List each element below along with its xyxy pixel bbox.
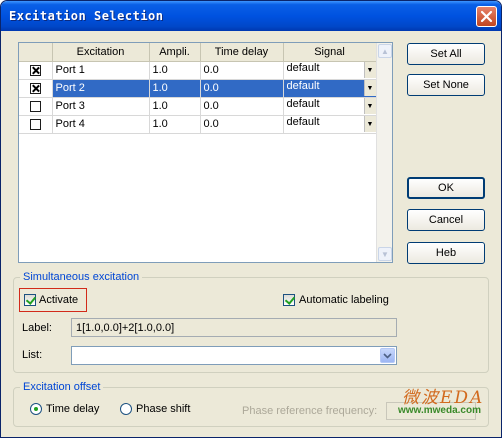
automatic-labeling-label[interactable]: Automatic labeling [299,294,389,306]
time-delay-label[interactable]: Time delay [46,403,99,415]
close-icon [480,10,493,23]
signal-cell[interactable]: default ▼ [283,79,377,98]
excitation-selection-dialog: Excitation Selection Excitation Ampli. T… [0,0,502,438]
excitation-cell[interactable]: Port 1 [52,61,150,80]
signal-value: default [286,80,320,92]
time-delay-cell[interactable]: 0.0 [200,79,284,98]
signal-cell[interactable]: default ▼ [283,61,377,80]
signal-value: default [286,116,320,128]
excitation-cell[interactable]: Port 3 [52,97,150,116]
automatic-labeling-checkbox[interactable] [283,294,295,306]
set-none-button[interactable]: Set None [407,74,485,96]
close-button[interactable] [476,6,497,27]
excitation-grid: Excitation Ampli. Time delay Signal Port… [18,42,393,263]
time-delay-radio[interactable] [30,403,42,415]
list-caption: List: [22,349,43,361]
time-delay-option[interactable]: Time delay [30,403,99,415]
title-bar[interactable]: Excitation Selection [1,1,501,31]
dialog-body: Excitation Ampli. Time delay Signal Port… [4,31,498,433]
ampli-cell[interactable]: 1.0 [149,61,201,80]
time-delay-cell[interactable]: 0.0 [200,97,284,116]
excitation-table: Excitation Ampli. Time delay Signal Port… [19,43,377,134]
signal-cell[interactable]: default ▼ [283,97,377,116]
row-checkbox-cell [19,79,53,98]
signal-dropdown-icon[interactable]: ▼ [363,80,376,96]
label-caption: Label: [22,322,52,334]
help-button[interactable]: Heb [407,242,485,264]
simultaneous-excitation-group: Simultaneous excitation Activate Automat… [13,271,489,373]
row-checkbox[interactable] [29,100,41,112]
column-header-time-delay[interactable]: Time delay [200,43,284,62]
row-checkbox[interactable] [29,64,41,76]
cancel-button[interactable]: Cancel [407,209,485,231]
time-delay-cell[interactable]: 0.0 [200,115,284,134]
automatic-labeling-control[interactable]: Automatic labeling [283,294,389,306]
row-checkbox[interactable] [29,82,41,94]
signal-cell[interactable]: default ▼ [283,115,377,134]
ampli-cell[interactable]: 1.0 [149,79,201,98]
watermark: 微波EDA www.mweda.com [396,383,496,433]
phase-shift-option[interactable]: Phase shift [120,403,190,415]
table-header-row: Excitation Ampli. Time delay Signal [19,43,377,62]
column-header-excitation[interactable]: Excitation [52,43,150,62]
scroll-down-icon[interactable]: ▼ [378,247,392,261]
excitation-cell[interactable]: Port 4 [52,115,150,134]
ampli-cell[interactable]: 1.0 [149,115,201,134]
column-header-check[interactable] [19,43,53,62]
ampli-cell[interactable]: 1.0 [149,97,201,116]
list-dropdown-button[interactable] [380,348,395,363]
watermark-url: www.mweda.com [398,405,481,416]
window-title: Excitation Selection [9,9,164,23]
excitation-cell[interactable]: Port 2 [52,79,150,98]
table-row-port-2[interactable]: Port 2 1.0 0.0 default ▼ [19,79,377,98]
signal-value: default [286,98,320,110]
chevron-down-icon [383,352,392,359]
simultaneous-excitation-title: Simultaneous excitation [20,271,143,283]
column-header-signal[interactable]: Signal [283,43,377,62]
set-all-button[interactable]: Set All [407,43,485,65]
table-row-port-1[interactable]: Port 1 1.0 0.0 default ▼ [19,61,377,80]
signal-value: default [286,62,320,74]
ok-button[interactable]: OK [407,177,485,199]
activate-label[interactable]: Activate [39,294,78,306]
signal-dropdown-icon[interactable]: ▼ [363,116,376,132]
column-header-ampli[interactable]: Ampli. [149,43,201,62]
row-checkbox[interactable] [29,118,41,130]
phase-shift-radio[interactable] [120,403,132,415]
activate-highlight-box[interactable]: Activate [19,288,87,312]
time-delay-cell[interactable]: 0.0 [200,61,284,80]
phase-reference-frequency-label: Phase reference frequency: [242,405,378,417]
table-row-port-4[interactable]: Port 4 1.0 0.0 default ▼ [19,115,377,134]
signal-dropdown-icon[interactable]: ▼ [363,62,376,78]
scroll-up-icon[interactable]: ▲ [378,44,392,58]
label-field: 1[1.0,0.0]+2[1.0,0.0] [71,318,397,337]
grid-vertical-scrollbar[interactable]: ▲ ▼ [376,43,392,262]
row-checkbox-cell [19,115,53,134]
signal-dropdown-icon[interactable]: ▼ [363,98,376,114]
activate-checkbox[interactable] [24,294,36,306]
table-row-port-3[interactable]: Port 3 1.0 0.0 default ▼ [19,97,377,116]
row-checkbox-cell [19,97,53,116]
row-checkbox-cell [19,61,53,80]
list-dropdown[interactable] [71,346,397,365]
excitation-offset-title: Excitation offset [20,381,104,393]
phase-shift-label[interactable]: Phase shift [136,403,190,415]
